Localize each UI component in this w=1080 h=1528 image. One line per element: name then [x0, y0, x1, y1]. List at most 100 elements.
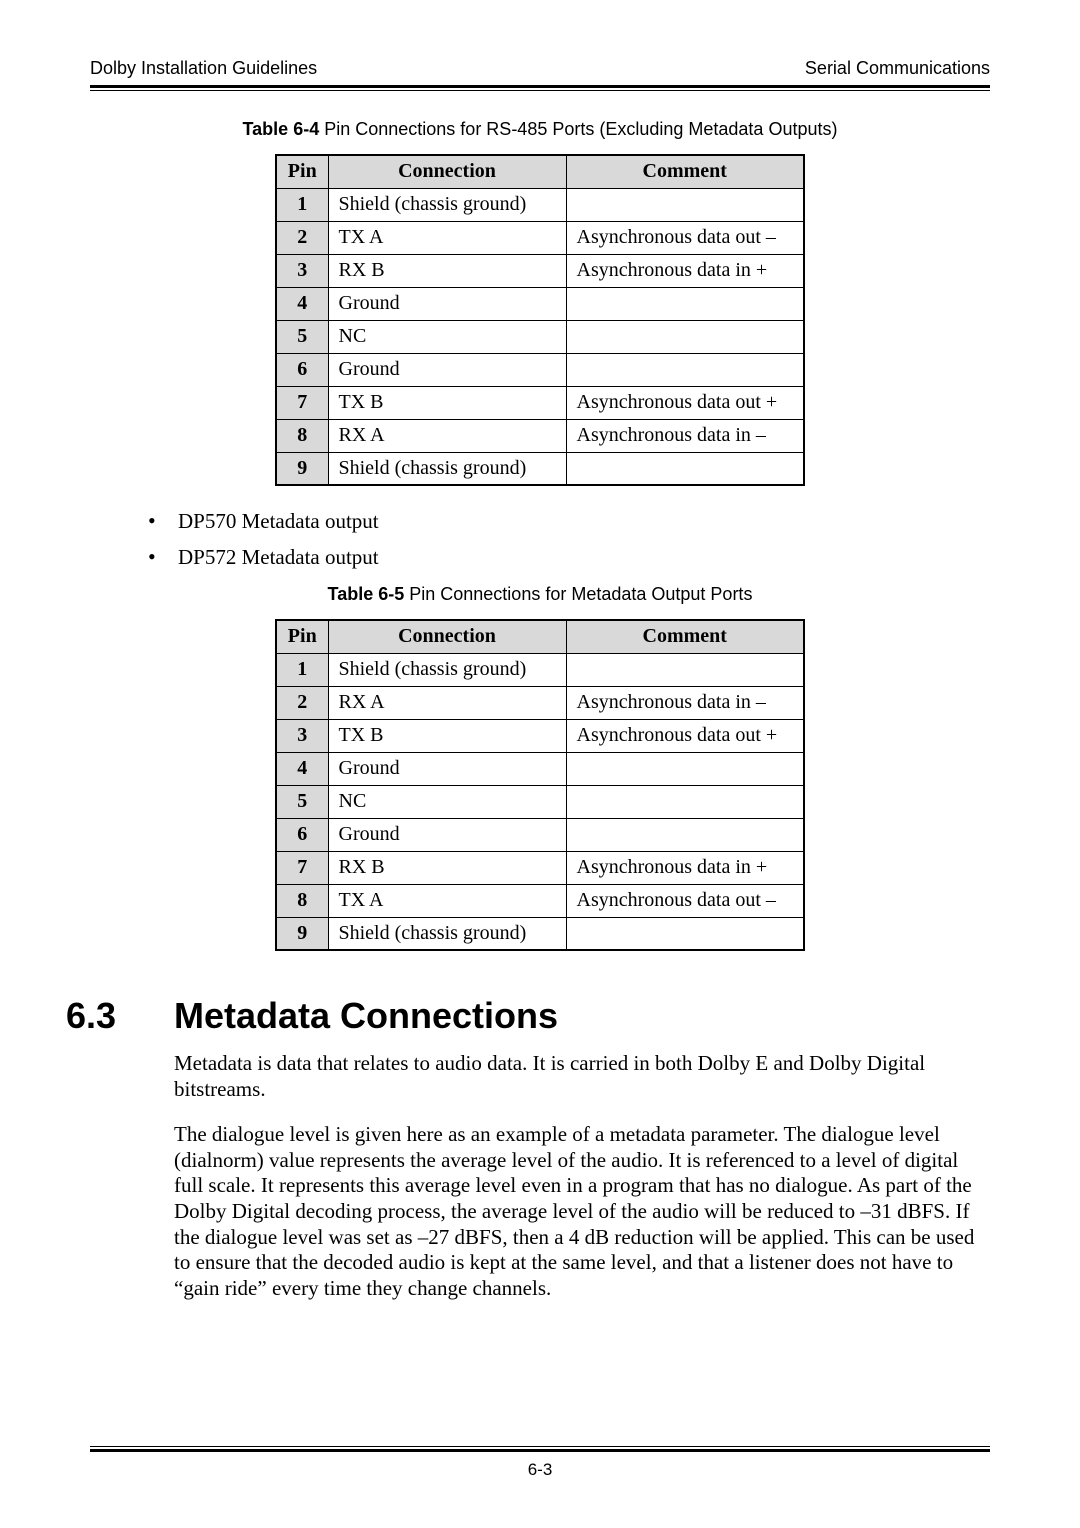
cell-connection: Ground: [328, 752, 566, 785]
table-row: 4Ground: [276, 752, 804, 785]
cell-pin: 9: [276, 917, 328, 950]
cell-pin: 8: [276, 419, 328, 452]
header-right: Serial Communications: [805, 58, 990, 79]
col-header-comment: Comment: [566, 155, 804, 188]
table-row: 8RX AAsynchronous data in –: [276, 419, 804, 452]
table-6-5: Pin Connection Comment 1Shield (chassis …: [275, 619, 805, 951]
body-paragraph: Metadata is data that relates to audio d…: [174, 1051, 990, 1102]
table-6-4-caption-bold: Table 6-4: [243, 119, 320, 139]
list-item: DP570 Metadata output: [148, 508, 990, 534]
cell-connection: Ground: [328, 353, 566, 386]
cell-pin: 6: [276, 818, 328, 851]
cell-comment: Asynchronous data in +: [566, 851, 804, 884]
cell-pin: 8: [276, 884, 328, 917]
list-item: DP572 Metadata output: [148, 544, 990, 570]
col-header-pin: Pin: [276, 620, 328, 653]
cell-connection: Shield (chassis ground): [328, 452, 566, 485]
table-row: 7TX BAsynchronous data out +: [276, 386, 804, 419]
cell-comment: [566, 653, 804, 686]
cell-comment: [566, 818, 804, 851]
cell-pin: 1: [276, 653, 328, 686]
col-header-comment: Comment: [566, 620, 804, 653]
cell-comment: Asynchronous data out –: [566, 221, 804, 254]
table-6-4: Pin Connection Comment 1Shield (chassis …: [275, 154, 805, 486]
cell-connection: NC: [328, 320, 566, 353]
page-header: Dolby Installation Guidelines Serial Com…: [90, 58, 990, 79]
cell-connection: RX B: [328, 254, 566, 287]
cell-connection: RX B: [328, 851, 566, 884]
page-number: 6-3: [90, 1460, 990, 1480]
table-row: 2RX AAsynchronous data in –: [276, 686, 804, 719]
cell-comment: [566, 752, 804, 785]
table-row: 6Ground: [276, 818, 804, 851]
cell-pin: 1: [276, 188, 328, 221]
cell-connection: NC: [328, 785, 566, 818]
cell-connection: TX A: [328, 884, 566, 917]
cell-pin: 2: [276, 221, 328, 254]
table-6-5-caption: Table 6-5 Pin Connections for Metadata O…: [90, 584, 990, 605]
cell-comment: [566, 287, 804, 320]
table-6-4-caption: Table 6-4 Pin Connections for RS-485 Por…: [90, 119, 990, 140]
table-row: 9Shield (chassis ground): [276, 917, 804, 950]
table-6-5-caption-bold: Table 6-5: [328, 584, 405, 604]
cell-pin: 5: [276, 320, 328, 353]
bullet-list: DP570 Metadata output DP572 Metadata out…: [148, 508, 990, 570]
col-header-connection: Connection: [328, 155, 566, 188]
table-row: 3TX BAsynchronous data out +: [276, 719, 804, 752]
table-row: 1Shield (chassis ground): [276, 653, 804, 686]
cell-pin: 2: [276, 686, 328, 719]
cell-pin: 6: [276, 353, 328, 386]
cell-comment: [566, 188, 804, 221]
table-row: 9Shield (chassis ground): [276, 452, 804, 485]
cell-comment: [566, 785, 804, 818]
cell-pin: 3: [276, 719, 328, 752]
cell-comment: Asynchronous data in –: [566, 419, 804, 452]
cell-pin: 5: [276, 785, 328, 818]
table-row: 2TX AAsynchronous data out –: [276, 221, 804, 254]
section-title: Metadata Connections: [174, 995, 558, 1037]
cell-comment: Asynchronous data in +: [566, 254, 804, 287]
section-heading: 6.3 Metadata Connections: [66, 995, 990, 1037]
table-row: 3RX BAsynchronous data in +: [276, 254, 804, 287]
cell-connection: Shield (chassis ground): [328, 653, 566, 686]
table-6-5-caption-rest: Pin Connections for Metadata Output Port…: [404, 584, 752, 604]
cell-comment: Asynchronous data in –: [566, 686, 804, 719]
table-row: 4Ground: [276, 287, 804, 320]
cell-connection: RX A: [328, 419, 566, 452]
cell-comment: [566, 320, 804, 353]
header-rule-thick: [90, 85, 990, 88]
cell-connection: RX A: [328, 686, 566, 719]
cell-pin: 7: [276, 851, 328, 884]
cell-pin: 4: [276, 287, 328, 320]
cell-comment: [566, 452, 804, 485]
col-header-pin: Pin: [276, 155, 328, 188]
cell-connection: TX A: [328, 221, 566, 254]
header-rule-thin: [90, 90, 990, 91]
cell-comment: Asynchronous data out +: [566, 719, 804, 752]
cell-connection: Ground: [328, 287, 566, 320]
table-header-row: Pin Connection Comment: [276, 620, 804, 653]
page-footer: 6-3: [90, 1446, 990, 1480]
footer-rule-thick: [90, 1449, 990, 1452]
footer-rule-thin: [90, 1446, 990, 1447]
table-row: 5NC: [276, 785, 804, 818]
cell-comment: Asynchronous data out –: [566, 884, 804, 917]
cell-pin: 4: [276, 752, 328, 785]
cell-comment: [566, 917, 804, 950]
table-row: 7RX BAsynchronous data in +: [276, 851, 804, 884]
cell-pin: 9: [276, 452, 328, 485]
cell-comment: [566, 353, 804, 386]
cell-connection: TX B: [328, 719, 566, 752]
cell-connection: Shield (chassis ground): [328, 917, 566, 950]
section-number: 6.3: [66, 995, 174, 1037]
cell-pin: 7: [276, 386, 328, 419]
table-row: 1Shield (chassis ground): [276, 188, 804, 221]
cell-comment: Asynchronous data out +: [566, 386, 804, 419]
body-paragraph: The dialogue level is given here as an e…: [174, 1122, 990, 1301]
table-row: 5NC: [276, 320, 804, 353]
table-row: 6Ground: [276, 353, 804, 386]
cell-pin: 3: [276, 254, 328, 287]
cell-connection: Ground: [328, 818, 566, 851]
cell-connection: Shield (chassis ground): [328, 188, 566, 221]
table-6-4-caption-rest: Pin Connections for RS-485 Ports (Exclud…: [319, 119, 837, 139]
